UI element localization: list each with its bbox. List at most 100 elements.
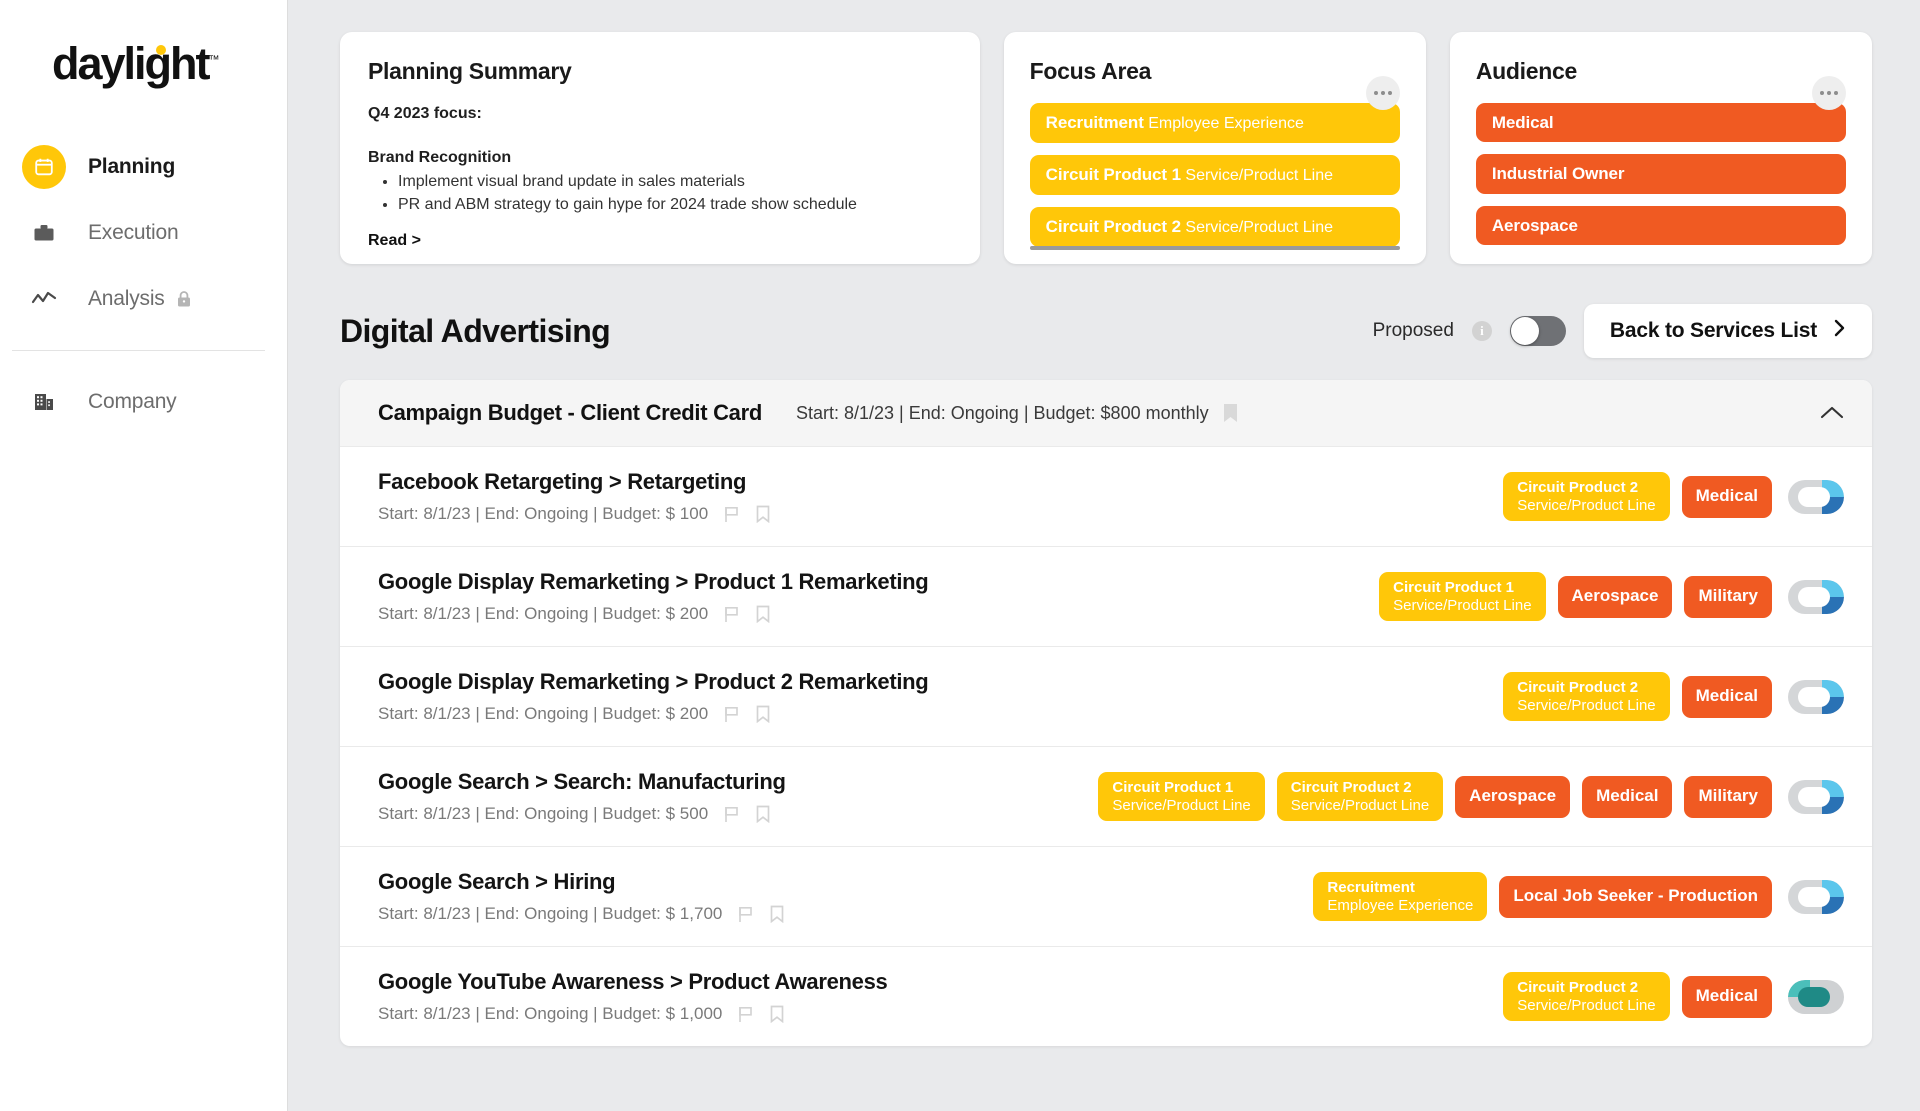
tag-title: Circuit Product 2 [1045,217,1181,236]
audience-chip[interactable]: Aerospace [1557,575,1673,618]
audience-tag[interactable]: Aerospace [1475,205,1846,245]
focus-chip[interactable]: Circuit Product 2 Service/Product Line [1503,671,1670,722]
campaign-chips: Recruitment Employee Experience Local Jo… [1313,871,1772,922]
flag-outline-icon[interactable] [738,1005,754,1023]
focus-area-tag[interactable]: Recruitment Employee Experience [1029,103,1400,143]
budget-group-header[interactable]: Campaign Budget - Client Credit Card Sta… [340,380,1872,446]
campaign-info: Google Display Remarketing > Product 1 R… [378,551,1363,642]
focus-chip[interactable]: Circuit Product 2 Service/Product Line [1503,971,1670,1022]
audience-tag[interactable]: Medical [1475,103,1846,143]
brand-logo[interactable]: daylight™ [0,0,287,104]
table-row[interactable]: Google Display Remarketing > Product 1 R… [340,546,1872,646]
chip-title: Medical [1596,786,1659,806]
campaign-meta: Start: 8/1/23 | End: Ongoing | Budget: $… [378,904,1297,924]
campaign-chips: Circuit Product 2 Service/Product Line M… [1503,471,1772,522]
chip-title: Medical [1695,486,1758,506]
tag-subtitle: Employee Experience [1148,115,1304,132]
bookmark-outline-icon[interactable] [756,605,770,623]
campaign-meta-text: Start: 8/1/23 | End: Ongoing | Budget: $… [378,604,709,623]
table-row[interactable]: Google Search > Hiring Start: 8/1/23 | E… [340,846,1872,946]
focus-area-title: Focus Area [1029,58,1152,84]
audience-chip[interactable]: Local Job Seeker - Production [1499,875,1772,918]
sidebar-item-analysis[interactable]: Analysis [0,266,287,332]
audience-chip[interactable]: Medical [1681,975,1772,1018]
chevron-up-icon[interactable] [1820,402,1844,424]
summary-cards-row: Planning Summary Q4 2023 focus: Brand Re… [340,32,1872,264]
chip-subtitle: Service/Product Line [1517,996,1656,1014]
audience-card: Audience Medical Industrial Owner Aerosp… [1449,32,1872,264]
focus-chip[interactable]: Circuit Product 1 Service/Product Line [1098,771,1265,822]
audience-chip[interactable]: Military [1684,775,1772,818]
ellipsis-icon[interactable] [1811,76,1846,110]
focus-chip[interactable]: Circuit Product 2 Service/Product Line [1276,771,1444,822]
flag-outline-icon[interactable] [724,705,740,723]
ellipsis-icon[interactable] [1365,76,1400,110]
info-icon[interactable]: i [1471,321,1492,341]
sidebar-item-planning[interactable]: Planning [0,134,287,200]
audience-chip[interactable]: Aerospace [1455,775,1571,818]
planning-summary-title: Planning Summary [368,58,572,84]
bookmark-outline-icon[interactable] [770,905,784,923]
sidebar-item-company[interactable]: Company [0,369,287,435]
audience-chip[interactable]: Medical [1582,775,1673,818]
tag-subtitle: Service/Product Line [1185,167,1334,184]
sidebar-divider [12,350,265,351]
back-to-services-list-button[interactable]: Back to Services List [1583,304,1872,358]
trend-line-icon [22,277,66,321]
campaign-chips: Circuit Product 2 Service/Product Line M… [1503,671,1772,722]
campaign-toggle[interactable] [1788,579,1844,614]
audience-chip[interactable]: Military [1684,575,1772,618]
main-content: Planning Summary Q4 2023 focus: Brand Re… [288,0,1920,1111]
flag-outline-icon[interactable] [738,905,754,923]
chip-subtitle: Service/Product Line [1517,696,1656,714]
focus-area-tag[interactable]: Circuit Product 2 Service/Product Line [1029,207,1400,247]
bookmark-filled-icon[interactable] [1223,403,1238,423]
bookmark-outline-icon[interactable] [756,805,770,823]
focus-chip[interactable]: Circuit Product 2 Service/Product Line [1503,471,1670,522]
focus-area-scrollbar[interactable] [1029,246,1400,250]
proposed-toggle[interactable] [1509,316,1566,346]
flag-outline-icon[interactable] [724,605,740,623]
campaign-chips: Circuit Product 1 Service/Product Line C… [1098,771,1772,822]
campaign-toggle[interactable] [1788,879,1844,914]
flag-outline-icon[interactable] [724,505,740,523]
campaign-toggle[interactable] [1788,479,1844,514]
focus-chip[interactable]: Recruitment Employee Experience [1313,871,1488,922]
read-more-link[interactable]: Read > [368,232,421,250]
logo-dot-icon [156,44,166,55]
chip-title: Circuit Product 2 [1517,978,1639,996]
brand-name: daylight [52,37,211,89]
focus-area-card: Focus Area Recruitment Employee Experien… [1003,32,1426,264]
focus-area-tag[interactable]: Circuit Product 1 Service/Product Line [1029,155,1400,195]
campaign-chips: Circuit Product 2 Service/Product Line M… [1503,971,1772,1022]
campaign-info: Facebook Retargeting > Retargeting Start… [378,451,1487,542]
table-row[interactable]: Facebook Retargeting > Retargeting Start… [340,446,1872,546]
audience-tag[interactable]: Industrial Owner [1475,154,1846,194]
bookmark-outline-icon[interactable] [756,705,770,723]
audience-chip[interactable]: Medical [1681,675,1772,718]
table-row[interactable]: Google Display Remarketing > Product 2 R… [340,646,1872,746]
flag-outline-icon[interactable] [724,805,740,823]
campaign-meta: Start: 8/1/23 | End: Ongoing | Budget: $… [378,504,1487,524]
chip-title: Medical [1695,686,1758,706]
bookmark-outline-icon[interactable] [756,505,770,523]
campaign-list-panel: Campaign Budget - Client Credit Card Sta… [340,380,1872,1046]
audience-chip[interactable]: Medical [1681,475,1772,518]
table-row[interactable]: Google YouTube Awareness > Product Aware… [340,946,1872,1046]
brand-trademark: ™ [208,53,220,66]
campaign-info: Google Display Remarketing > Product 2 R… [378,651,1487,742]
app-root: daylight™ Planning Execution Analysis Co… [0,0,1920,1111]
audience-title: Audience [1475,58,1577,84]
sidebar-item-label: Execution [88,221,179,244]
campaign-title: Google Search > Search: Manufacturing [378,769,786,794]
campaign-toggle[interactable] [1788,979,1844,1014]
sidebar-item-execution[interactable]: Execution [0,200,287,266]
lock-icon [176,290,192,308]
chip-title: Local Job Seeker - Production [1513,886,1758,906]
chevron-right-icon [1833,318,1846,344]
campaign-toggle[interactable] [1788,679,1844,714]
focus-chip[interactable]: Circuit Product 1 Service/Product Line [1379,571,1546,622]
table-row[interactable]: Google Search > Search: Manufacturing St… [340,746,1872,846]
campaign-toggle[interactable] [1788,779,1844,814]
bookmark-outline-icon[interactable] [770,1005,784,1023]
